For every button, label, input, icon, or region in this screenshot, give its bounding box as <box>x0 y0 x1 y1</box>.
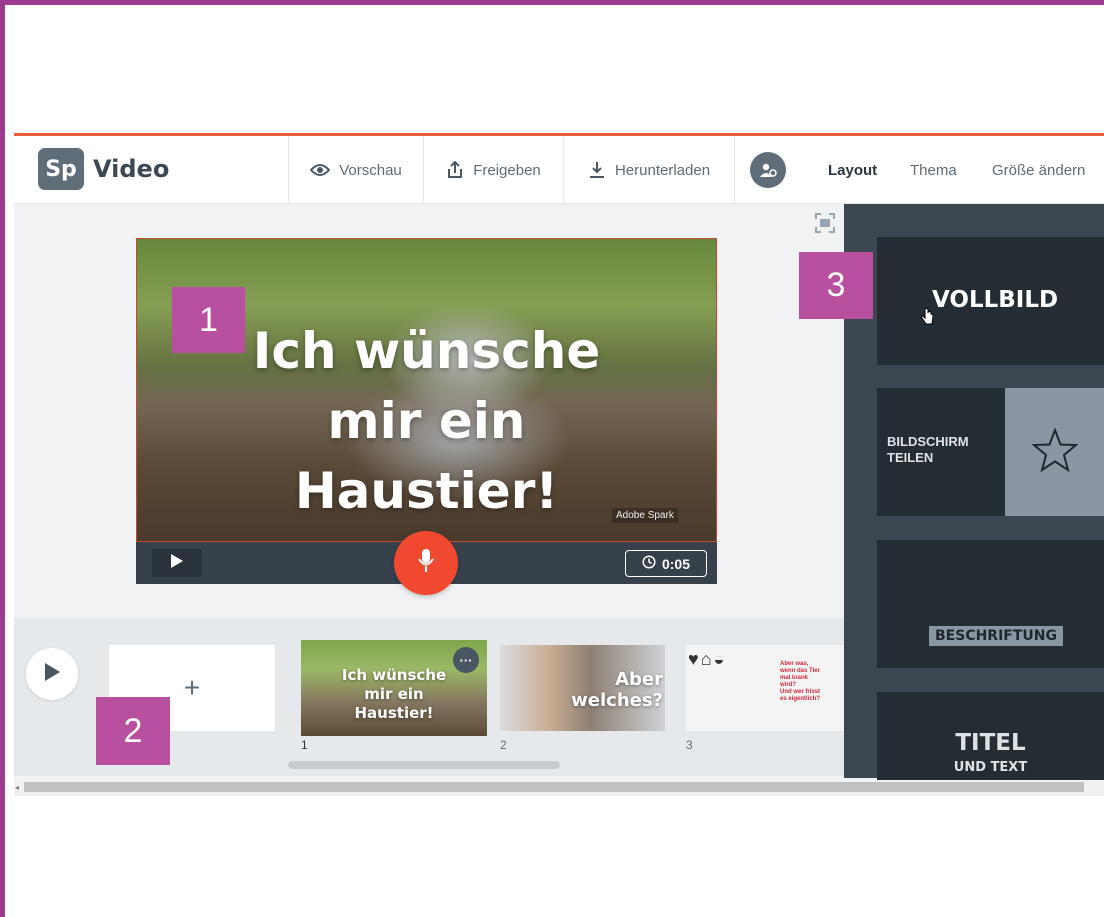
title-sublabel: UND TEXT <box>953 760 1028 775</box>
slide-thumbnail-1[interactable]: Ich wünsche mir ein Haustier! ··· <box>301 640 487 736</box>
star-icon <box>1030 426 1079 477</box>
slide-play-button[interactable] <box>152 549 202 577</box>
star-placeholder <box>1005 388 1104 516</box>
slide-number-3: 3 <box>686 738 693 752</box>
layout-option-split[interactable]: BILDSCHIRM TEILEN <box>877 388 1104 516</box>
layout-option-caption[interactable]: BESCHRIFTUNG <box>877 540 1104 668</box>
layout-option-title-text[interactable]: TITEL UND TEXT <box>877 692 1104 792</box>
callout-2: 2 <box>96 697 170 765</box>
timeline-scrollbar[interactable] <box>288 761 560 769</box>
callout-3: 3 <box>799 252 873 319</box>
thumbnail-3-text: Aber was, wenn das Tier mal krank wird? … <box>780 661 821 702</box>
share-icon <box>446 161 464 179</box>
play-all-button[interactable] <box>26 648 78 700</box>
slide-thumbnail-2[interactable]: Aber welches? <box>500 645 665 731</box>
share-button[interactable]: Freigeben <box>423 136 563 204</box>
layout-option-fullscreen[interactable]: VOLLBILD <box>877 237 1104 365</box>
caption-label: BESCHRIFTUNG <box>929 626 1063 646</box>
microphone-icon <box>417 548 435 579</box>
clock-icon <box>642 555 656 572</box>
adobe-spark-watermark: Adobe Spark <box>612 508 678 523</box>
record-voice-button[interactable] <box>394 531 458 595</box>
eye-icon <box>310 163 331 177</box>
scroll-left-arrow-icon[interactable]: ◂ <box>15 783 19 792</box>
app-logo[interactable]: Sp Video <box>38 148 169 190</box>
split-label: BILDSCHIRM TEILEN <box>887 434 969 465</box>
logo-badge: Sp <box>38 148 84 190</box>
title-label: TITEL <box>955 730 1026 756</box>
download-icon <box>588 161 606 179</box>
download-label: Herunterladen <box>614 161 711 179</box>
heart-house-bowl-icons: ♥⌂◒ <box>688 649 727 669</box>
invite-collaborator-button[interactable] <box>734 136 801 204</box>
slide-duration-button[interactable]: 0:05 <box>625 550 707 577</box>
play-icon <box>170 553 184 574</box>
logo-text: Video <box>93 155 170 183</box>
preview-label: Vorschau <box>339 161 402 179</box>
app-header: Sp Video Vorschau Freigeben Herunterlade… <box>14 136 1104 204</box>
hand-cursor-icon <box>920 307 934 331</box>
play-icon <box>43 662 61 687</box>
callout-1: 1 <box>172 287 245 353</box>
preview-button[interactable]: Vorschau <box>288 136 423 204</box>
layout-panel: VOLLBILD BILDSCHIRM TEILEN BESCHRIFTUNG … <box>844 204 1104 792</box>
scrollbar-thumb[interactable] <box>24 782 1084 792</box>
duration-label: 0:05 <box>661 555 691 572</box>
tab-layout[interactable]: Layout <box>828 136 877 204</box>
spark-video-app: Sp Video Vorschau Freigeben Herunterlade… <box>14 136 1104 796</box>
add-person-icon <box>750 152 786 188</box>
slide-thumbnail-3[interactable]: ♥⌂◒ Aber was, wenn das Tier mal krank wi… <box>686 645 846 731</box>
download-button[interactable]: Herunterladen <box>563 136 734 204</box>
slide-options-button[interactable]: ··· <box>453 647 479 673</box>
tab-resize[interactable]: Größe ändern <box>992 136 1085 204</box>
slide-number-1: 1 <box>301 738 308 752</box>
share-label: Freigeben <box>473 161 541 179</box>
fit-screen-icon[interactable] <box>814 212 836 239</box>
page-horizontal-scrollbar[interactable]: ◂ <box>14 780 1104 794</box>
thumbnail-1-text: Ich wünsche mir ein Haustier! <box>341 666 447 722</box>
slide-number-2: 2 <box>500 738 507 752</box>
fullscreen-label: VOLLBILD <box>932 287 1059 313</box>
tab-theme[interactable]: Thema <box>910 136 957 204</box>
thumbnail-2-text: Aber welches? <box>571 669 663 711</box>
